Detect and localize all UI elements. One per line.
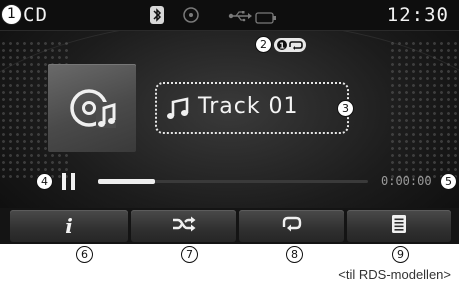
progress-fill — [98, 179, 155, 184]
info-button[interactable]: i — [10, 210, 128, 242]
info-icon: i — [65, 214, 73, 238]
cd-player-screen: CD 12:30 1 Track 01 0:00:00 i — [0, 0, 459, 244]
svg-text:1: 1 — [279, 42, 285, 51]
repeat-button[interactable] — [239, 210, 344, 242]
music-note-icon — [167, 97, 189, 119]
callout-6: 6 — [76, 246, 93, 263]
callout-7: 7 — [181, 246, 198, 263]
shuffle-icon — [172, 216, 196, 236]
repeat-icon — [281, 215, 303, 237]
model-caption: <til RDS-modellen> — [338, 267, 451, 282]
track-title: Track 01 — [198, 94, 299, 119]
bluetooth-icon — [150, 6, 164, 28]
album-art — [48, 64, 136, 152]
callout-2: 2 — [255, 36, 272, 53]
callout-1: 1 — [1, 4, 22, 25]
track-title-box: Track 01 — [155, 82, 349, 134]
callout-4: 4 — [36, 173, 53, 190]
shuffle-button[interactable] — [131, 210, 236, 242]
music-disc-icon — [70, 89, 116, 128]
status-bar: CD 12:30 — [0, 0, 459, 31]
list-icon — [392, 215, 406, 237]
elapsed-time: 0:00:00 — [381, 174, 432, 188]
clock: 12:30 — [386, 4, 449, 26]
callout-5: 5 — [440, 173, 457, 190]
disc-icon — [182, 6, 200, 28]
repeat-one-indicator: 1 — [274, 37, 306, 56]
mode-label: CD — [23, 4, 48, 26]
callout-9: 9 — [392, 246, 409, 263]
repeat-one-icon: 1 — [274, 38, 306, 52]
usb-icon — [228, 8, 252, 27]
pause-icon[interactable] — [62, 173, 76, 190]
callout-3: 3 — [337, 100, 354, 117]
list-button[interactable] — [347, 210, 451, 242]
battery-icon — [255, 9, 277, 28]
callout-8: 8 — [286, 246, 303, 263]
progress-bar[interactable] — [98, 179, 368, 184]
